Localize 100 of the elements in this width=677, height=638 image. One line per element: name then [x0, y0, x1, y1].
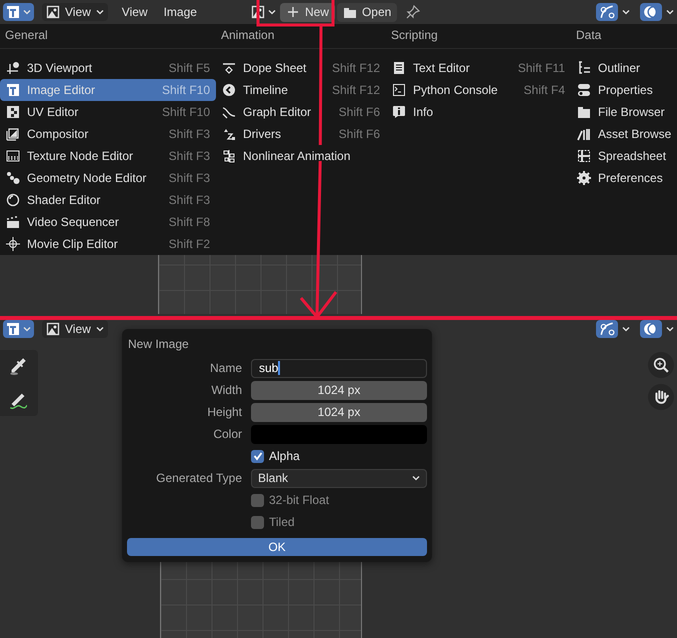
clapper-icon [6, 215, 20, 229]
eyedropper-icon [9, 357, 27, 375]
image-icon [46, 322, 60, 336]
pencil-icon [9, 391, 27, 409]
editor-menu-item[interactable]: UV Editor Shift F10 [0, 101, 216, 123]
sphere-icon [6, 193, 20, 207]
name-field[interactable]: sub [251, 358, 427, 378]
folder-icon [342, 5, 357, 19]
clock-icon [222, 83, 236, 97]
hand-icon [653, 389, 669, 405]
checkbox-label: Alpha [269, 449, 300, 463]
caret-icon [268, 9, 276, 15]
column-heading: Data [571, 24, 677, 49]
field-label: Generated Type [155, 471, 243, 485]
caret-icon [96, 326, 104, 332]
field-label: Name [208, 361, 243, 375]
checkbox[interactable] [251, 516, 264, 528]
new-button[interactable]: New [280, 2, 335, 22]
check-icon [252, 451, 262, 461]
editor-menu-item[interactable]: Timeline Shift F12 [216, 79, 386, 101]
editor-menu-item[interactable]: Compositor Shift F3 [0, 123, 216, 145]
gizmo-icon [599, 321, 615, 337]
number-field[interactable]: 1024 px [251, 402, 427, 422]
field-label: Width [210, 383, 243, 397]
dialog-title: New Image [127, 336, 190, 353]
type-dropdown[interactable]: Blank [251, 468, 427, 488]
checkbox[interactable] [251, 450, 264, 462]
editor-menu-item[interactable]: Python Console Shift F4 [386, 79, 571, 101]
field-label: Height [206, 405, 243, 419]
pin-button[interactable] [406, 5, 420, 19]
keyframe-icon [222, 61, 236, 75]
caret-icon [622, 9, 630, 15]
settings-icon [577, 171, 591, 185]
editor-menu-item[interactable]: Nonlinear Animation [216, 145, 386, 167]
editor-menu-item[interactable]: Texture Node Editor Shift F3 [0, 145, 216, 167]
dots-icon [6, 171, 20, 185]
editor-menu-item[interactable]: Properties [571, 79, 677, 101]
editor-menu-item[interactable]: Drivers Shift F6 [216, 123, 386, 145]
overlay-button[interactable] [640, 320, 662, 338]
column-heading: Animation [216, 24, 386, 49]
view-dropdown[interactable]: View [42, 3, 108, 21]
pan-button[interactable] [648, 384, 674, 410]
editor-menu-item[interactable]: Preferences [571, 167, 677, 189]
overlay-button[interactable] [640, 3, 662, 21]
crosshair-icon [6, 237, 20, 251]
console-icon [392, 83, 406, 97]
list-icon [577, 61, 591, 75]
info-icon [392, 105, 406, 119]
zoom-icon [653, 357, 669, 373]
checkbox-label: 32-bit Float [269, 493, 330, 507]
image-icon [6, 83, 20, 97]
menu-item[interactable]: View [122, 5, 148, 19]
books-icon [577, 127, 591, 141]
caret-icon [666, 9, 674, 15]
caret-icon [96, 9, 104, 15]
editor-menu-item[interactable]: Graph Editor Shift F6 [216, 101, 386, 123]
open-button[interactable]: Open [336, 2, 398, 22]
editor-menu-item[interactable]: Shader Editor Shift F3 [0, 189, 216, 211]
image-icon [6, 5, 20, 19]
toggle-icon [577, 83, 591, 97]
editor-menu-item[interactable]: Image Editor Shift F10 [0, 79, 216, 101]
plus-icon [286, 5, 300, 19]
caret-icon [23, 326, 31, 332]
zoom-button[interactable] [648, 352, 674, 378]
gizmo-button[interactable] [596, 320, 618, 338]
color-swatch[interactable] [251, 424, 427, 444]
editor-type-button[interactable] [3, 320, 34, 338]
editor-menu-item[interactable]: Video Sequencer Shift F8 [0, 211, 216, 233]
gizmo-button[interactable] [596, 3, 618, 21]
checkerboard-icon [6, 105, 20, 119]
image-icon [6, 322, 20, 336]
column-heading: Scripting [386, 24, 571, 49]
axes-icon [6, 61, 20, 75]
editor-menu-item[interactable]: Text Editor Shift F11 [386, 57, 571, 79]
image-icon [46, 5, 60, 19]
editor-menu-item[interactable]: File Browser [571, 101, 677, 123]
table-icon [577, 149, 591, 163]
caret-icon [622, 326, 630, 332]
strips-icon [222, 149, 236, 163]
column-heading: General [0, 24, 216, 49]
editor-menu-item[interactable]: Outliner [571, 57, 677, 79]
gizmo-icon [599, 4, 615, 20]
checkbox[interactable] [251, 494, 264, 506]
editor-menu-item[interactable]: Geometry Node Editor Shift F3 [0, 167, 216, 189]
view-dropdown[interactable]: View [42, 320, 108, 338]
pin-icon [406, 5, 420, 19]
number-field[interactable]: 1024 px [251, 380, 427, 400]
menu-item[interactable]: Image [164, 5, 197, 19]
pattern-icon [6, 149, 20, 163]
folder-icon [577, 105, 591, 119]
editor-menu-item[interactable]: Asset Browse [571, 123, 677, 145]
overlay-icon [643, 321, 659, 337]
editor-menu-item[interactable]: 3D Viewport Shift F5 [0, 57, 216, 79]
ok-button[interactable]: OK [127, 538, 427, 556]
image-icon [250, 5, 265, 19]
editor-type-button[interactable] [3, 3, 34, 21]
editor-menu-item[interactable]: Dope Sheet Shift F12 [216, 57, 386, 79]
editor-menu-item[interactable]: Info [386, 101, 571, 123]
editor-menu-item[interactable]: Movie Clip Editor Shift F2 [0, 233, 216, 255]
editor-menu-item[interactable]: Spreadsheet [571, 145, 677, 167]
